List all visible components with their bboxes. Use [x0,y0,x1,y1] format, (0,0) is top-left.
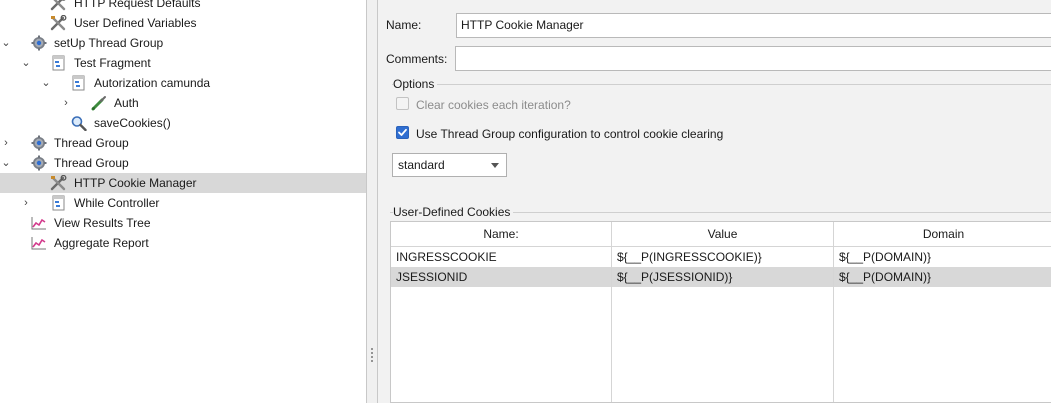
comments-field[interactable] [455,46,1051,71]
name-label: Name: [386,18,422,32]
wrench-icon [50,0,68,11]
fragment-icon [50,195,68,211]
tree-item-label: Thread Group [54,156,129,170]
tree-item-label: HTTP Cookie Manager [74,176,197,190]
chevron-right-icon[interactable]: › [60,93,72,113]
wrench-icon [50,15,68,31]
chevron-down-icon[interactable]: ⌄ [0,33,12,53]
tree-item-label: Aggregate Report [54,236,149,250]
chevron-down-icon [491,163,499,168]
divider-grip[interactable] [371,348,374,364]
tree-item[interactable]: ⌄ Test Fragment [0,53,366,73]
comments-label: Comments: [386,52,448,66]
tree-item[interactable]: User Defined Variables [0,13,366,33]
split-pane-divider[interactable] [366,0,378,403]
tree-item-label: saveCookies() [94,116,171,130]
graph-icon [30,235,48,251]
chevron-down-icon[interactable]: ⌄ [0,153,12,173]
tree-item-label: Auth [114,96,139,110]
tree-item[interactable]: saveCookies() [0,113,366,133]
graph-icon [30,215,48,231]
tree-item-label: Test Fragment [74,56,151,70]
table-row[interactable]: INGRESSCOOKIE ${__P(INGRESSCOOKIE)} ${__P(… [391,247,1051,267]
tree-item[interactable]: View Results Tree [0,213,366,233]
tree-item-label: setUp Thread Group [54,36,164,50]
chevron-down-icon[interactable]: ⌄ [20,53,32,73]
tree-item[interactable]: HTTP Cookie Manager [0,173,366,193]
tree-item[interactable]: HTTP Request Defaults [0,0,366,13]
options-border [392,84,1051,85]
gear-icon [30,155,48,171]
column-header-domain[interactable]: Domain [834,222,1051,247]
table-cell-value[interactable]: ${__P(JSESSIONID)} [612,267,834,287]
tree-item[interactable]: ⌄ Autorization camunda [0,73,366,93]
column-header-value[interactable]: Value [612,222,834,247]
gear-icon [30,35,48,51]
clear-cookies-label: Clear cookies each iteration? [416,98,571,112]
sampler-icon [90,95,108,111]
chevron-down-icon[interactable]: ⌄ [40,73,52,93]
cookies-table[interactable]: Name: Value Domain INGRESSCOOKIE ${__P(IN… [390,221,1051,403]
table-row[interactable]: JSESSIONID ${__P(JSESSIONID)} ${__P(DOMAIN… [391,267,1051,287]
options-title: Options [393,77,438,91]
tree-item-label: View Results Tree [54,216,151,230]
table-cell-name[interactable]: JSESSIONID [391,267,612,287]
use-thread-group-label: Use Thread Group configuration to contro… [416,127,724,141]
column-header-name[interactable]: Name: [391,222,612,247]
checkmark-icon [398,128,407,136]
fragment-icon [70,75,88,91]
cookies-title: User-Defined Cookies [393,205,514,219]
name-field[interactable]: HTTP Cookie Manager [456,13,1051,38]
gear-icon [30,135,48,151]
magnifier-icon [70,115,88,131]
cookie-manager-panel: Name: HTTP Cookie Manager Comments: Opti… [378,0,1051,403]
table-cell-domain[interactable]: ${__P(DOMAIN)} [834,247,1051,267]
tree-item-label: HTTP Request Defaults [74,0,201,10]
tree-item[interactable]: ⌄ setUp Thread Group [0,33,366,53]
tree-item[interactable]: ⌄ Thread Group [0,153,366,173]
fragment-icon [50,55,68,71]
tree-item[interactable]: › Thread Group [0,133,366,153]
chevron-right-icon[interactable]: › [0,133,12,153]
tree-item-label: Autorization camunda [94,76,211,90]
table-cell-name[interactable]: INGRESSCOOKIE [391,247,612,267]
cookie-policy-select[interactable]: standard [392,153,507,177]
tree-item-label: User Defined Variables [74,16,197,30]
cookie-policy-value: standard [398,158,445,172]
test-plan-tree: HTTP Request Defaults User Defined Variab… [0,0,366,403]
table-cell-value[interactable]: ${__P(INGRESSCOOKIE)} [612,247,834,267]
tree-item[interactable]: › While Controller [0,193,366,213]
clear-cookies-checkbox[interactable] [396,97,409,110]
wrench-icon [50,175,68,191]
table-cell-domain[interactable]: ${__P(DOMAIN)} [834,267,1051,287]
use-thread-group-checkbox[interactable] [396,126,409,139]
tree-item[interactable]: Aggregate Report [0,233,366,253]
tree-item-label: Thread Group [54,136,129,150]
tree-item-label: While Controller [74,196,160,210]
tree-item[interactable]: › Auth [0,93,366,113]
chevron-right-icon[interactable]: › [20,193,32,213]
